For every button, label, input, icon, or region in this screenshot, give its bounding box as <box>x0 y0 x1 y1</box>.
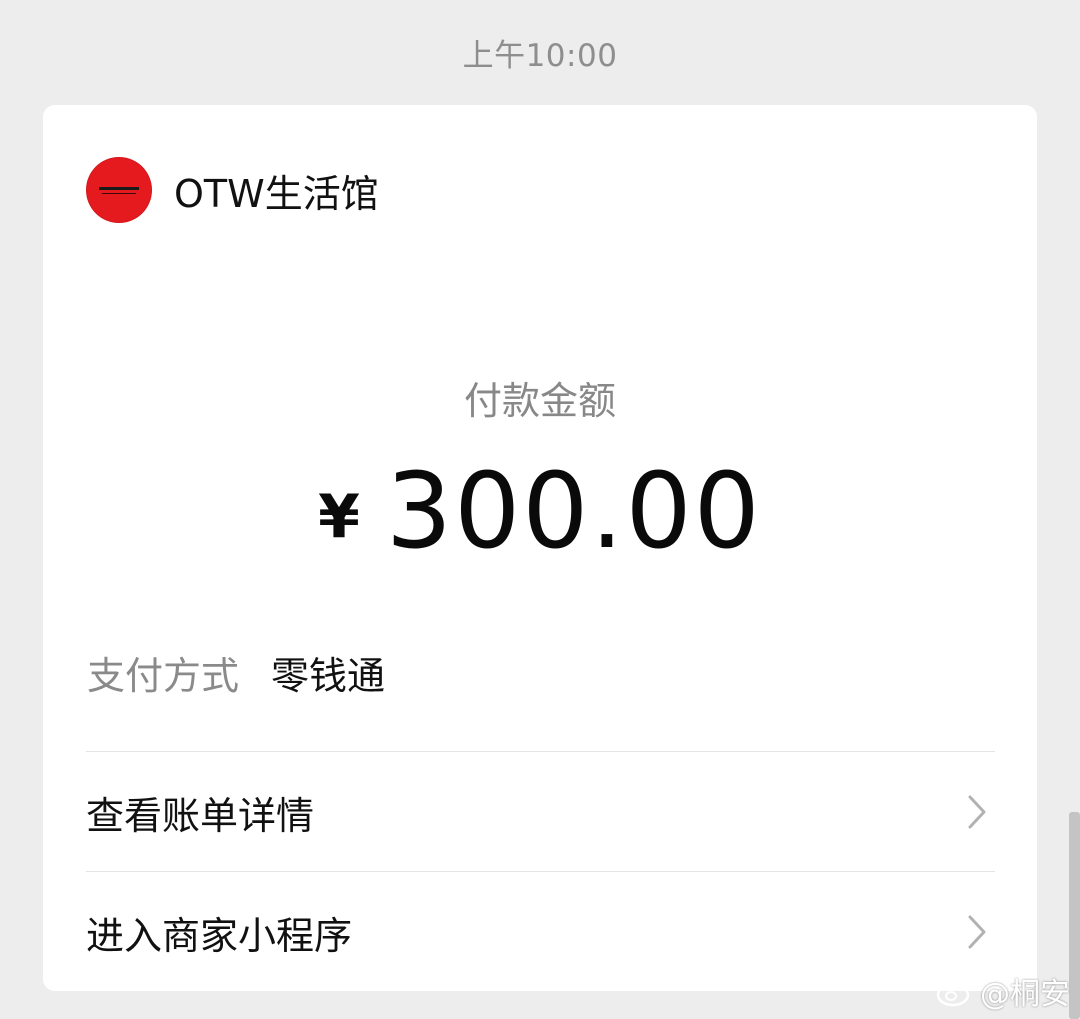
chevron-right-icon <box>957 912 997 952</box>
merchant-logo-icon <box>86 157 152 223</box>
scrollbar[interactable] <box>1069 812 1080 1019</box>
watermark: @桐安 <box>936 969 1070 1013</box>
view-bill-details-label: 查看账单详情 <box>86 793 315 838</box>
weibo-icon <box>936 977 974 1007</box>
divider <box>86 751 995 752</box>
currency-symbol: ¥ <box>318 482 360 552</box>
merchant-name: OTW生活馆 <box>174 171 379 216</box>
view-bill-details-row[interactable]: 查看账单详情 <box>86 753 995 871</box>
divider <box>86 871 995 872</box>
payment-method-value: 零钱通 <box>271 654 386 698</box>
merchant-header[interactable]: OTW生活馆 <box>86 157 379 223</box>
amount-value: 300.00 <box>385 450 762 572</box>
message-timestamp: 上午10:00 <box>462 38 618 74</box>
enter-mini-program-label: 进入商家小程序 <box>86 913 353 958</box>
payment-method-label: 支付方式 <box>87 654 240 698</box>
chevron-right-icon <box>957 792 997 832</box>
watermark-text: @桐安 <box>980 977 1070 1012</box>
payment-amount: ¥ 300.00 <box>43 450 1037 572</box>
payment-notification-card: OTW生活馆 付款金额 ¥ 300.00 支付方式 零钱通 查看账单详情 进入商… <box>43 105 1037 991</box>
amount-label: 付款金额 <box>463 379 616 423</box>
payment-method: 支付方式 零钱通 <box>87 645 385 700</box>
enter-mini-program-row[interactable]: 进入商家小程序 <box>86 873 995 991</box>
